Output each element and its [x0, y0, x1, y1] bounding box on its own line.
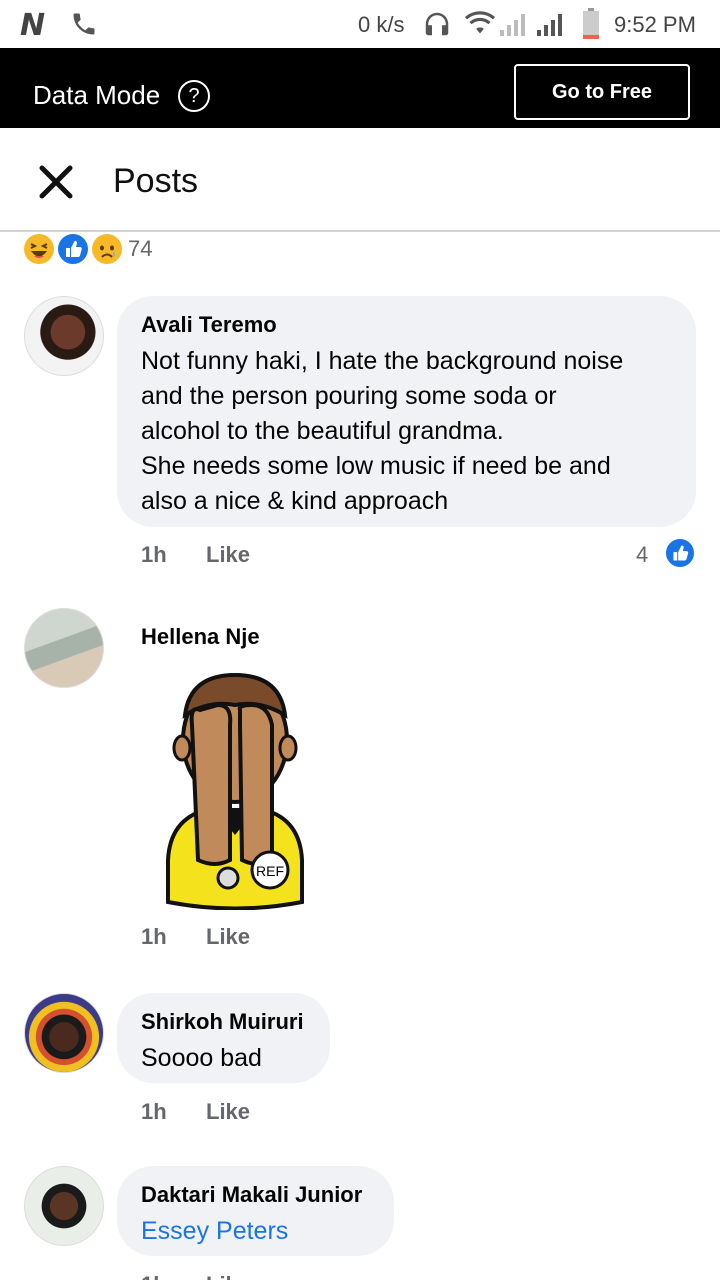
battery-icon: [582, 8, 600, 45]
comment-like-count[interactable]: 4: [636, 537, 696, 570]
comment-time: 1h: [141, 542, 167, 567]
posts-header: Posts: [0, 128, 720, 232]
signal-icon: [535, 12, 567, 41]
like-count-value: 4: [636, 542, 649, 567]
comment-meta: 1h Like: [141, 1272, 250, 1280]
page-title: Posts: [113, 162, 199, 200]
comment-bubble[interactable]: Avali Teremo Not funny haki, I hate the …: [117, 296, 696, 527]
mention-link[interactable]: Essey Peters: [141, 1214, 370, 1249]
like-button[interactable]: Like: [206, 542, 250, 568]
like-button[interactable]: Like: [206, 924, 250, 950]
avatar[interactable]: [24, 993, 104, 1073]
comment-text-line: also a nice & kind approach: [141, 487, 449, 515]
close-icon[interactable]: [38, 164, 74, 200]
comment-time: 1h: [141, 924, 167, 949]
data-mode-label: Data Mode: [33, 80, 161, 110]
comment-meta: 1h Like: [141, 924, 250, 950]
comment-text: Soooo bad: [141, 1044, 262, 1072]
data-mode-bar: Data Mode ? Go to Free: [0, 48, 720, 128]
comment-meta: 1h Like: [141, 542, 250, 568]
reactions-count: 74: [128, 236, 153, 261]
like-icon: [664, 537, 696, 569]
like-button[interactable]: Like: [206, 1272, 250, 1280]
network-speed: 0 k/s: [358, 12, 405, 37]
comment-time: 1h: [141, 1272, 167, 1280]
haha-reaction-icon: [22, 232, 56, 266]
avatar[interactable]: [24, 1166, 104, 1246]
avatar[interactable]: [24, 296, 104, 376]
status-bar: N 0 k/s 9:52 PM: [0, 0, 720, 48]
sticker-badge-text: REF: [256, 863, 284, 879]
comment-author[interactable]: Daktari Makali Junior: [141, 1182, 370, 1208]
comment-bubble[interactable]: Shirkoh Muiruri Soooo bad: [117, 993, 330, 1083]
comment-meta: 1h Like: [141, 1099, 250, 1125]
sad-reaction-icon: [90, 232, 124, 266]
comment-text-line: She needs some low music if need be and: [141, 452, 611, 480]
comment-author[interactable]: Avali Teremo: [141, 312, 672, 338]
help-icon[interactable]: ?: [178, 80, 210, 112]
like-reaction-icon: [56, 232, 90, 266]
comment-time: 1h: [141, 1099, 167, 1124]
signal-icon: [498, 12, 530, 41]
comment-text-line: and the person pouring some soda or: [141, 382, 557, 410]
carrier-logo: N: [20, 8, 46, 43]
avatar[interactable]: [24, 608, 104, 688]
wifi-icon: [464, 10, 496, 41]
comment-author[interactable]: Hellena Nje: [141, 624, 260, 650]
clock: 9:52 PM: [614, 12, 696, 37]
like-button[interactable]: Like: [206, 1099, 250, 1125]
comment-bubble[interactable]: Daktari Makali Junior Essey Peters: [117, 1166, 394, 1256]
go-to-free-button[interactable]: Go to Free: [514, 64, 690, 120]
comment-author[interactable]: Shirkoh Muiruri: [141, 1009, 306, 1035]
comment-text-line: alcohol to the beautiful grandma.: [141, 417, 504, 445]
face-palm-referee-sticker[interactable]: REF: [160, 670, 310, 915]
comment-text-line: Not funny haki, I hate the background no…: [141, 347, 624, 375]
phone-icon: [70, 10, 98, 43]
headset-icon: [422, 9, 452, 44]
